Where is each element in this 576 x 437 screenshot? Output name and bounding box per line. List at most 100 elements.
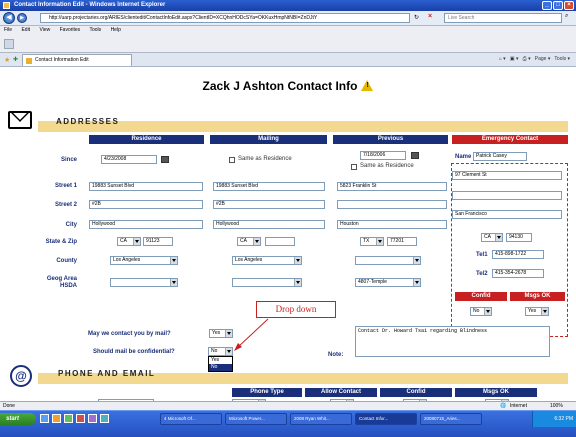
emergency-name-input[interactable]: Patrick Casey xyxy=(473,152,527,161)
residence-since-input[interactable]: 4/23/2008 xyxy=(101,155,157,164)
residence-county-select[interactable]: Los Angeles xyxy=(110,256,178,265)
emergency-tel1-label: Tel1 xyxy=(476,252,488,258)
close-button[interactable]: × xyxy=(564,1,574,10)
dropdown-option-yes[interactable]: Yes xyxy=(209,357,232,364)
favorites-star-icon[interactable]: ★ xyxy=(4,56,10,64)
menu-file[interactable]: File xyxy=(4,27,12,33)
url-input[interactable]: http://uarp.projectaries.org/ARIES/clien… xyxy=(40,13,410,23)
label-state-zip: State & Zip xyxy=(45,239,77,245)
chevron-down-icon xyxy=(376,238,383,245)
col-mailing: Mailing xyxy=(210,135,327,144)
residence-zip-input[interactable]: 91123 xyxy=(143,237,173,246)
taskbar-item-aries[interactable]: 20080715_Aries... xyxy=(420,413,482,425)
emergency-city-input[interactable]: San Francisco xyxy=(452,210,562,219)
dropdown-option-no[interactable]: No xyxy=(209,364,232,371)
status-zoom[interactable]: 100% xyxy=(550,402,563,410)
previous-street2-input[interactable] xyxy=(337,200,447,209)
mailing-geog-select[interactable] xyxy=(232,278,302,287)
mailing-city-input[interactable]: Hollywood xyxy=(213,220,325,229)
residence-street1-input[interactable]: 19883 Sunset Blvd xyxy=(89,182,203,191)
previous-state-value: TX xyxy=(363,238,370,244)
maximize-button[interactable]: □ xyxy=(553,1,563,10)
quick-launch-icon[interactable] xyxy=(52,414,61,423)
emergency-tel2-input[interactable]: 415-354-2678 xyxy=(492,269,544,278)
emergency-tel1-input[interactable]: 415-898-1722 xyxy=(492,250,544,259)
previous-geog-select[interactable]: 4807-Temple xyxy=(355,278,421,287)
envelope-icon xyxy=(8,111,32,129)
feeds-icon[interactable]: ▣ xyxy=(510,56,515,62)
emergency-street1-input[interactable]: 97 Clement St xyxy=(452,171,562,180)
previous-state-select[interactable]: TX xyxy=(360,237,384,246)
previous-since-input[interactable]: 7/18/2006 xyxy=(360,151,406,160)
mailing-same-checkbox[interactable] xyxy=(229,157,235,163)
mailing-state-select[interactable]: CA xyxy=(237,237,261,246)
menu-help[interactable]: Help xyxy=(111,27,121,33)
start-button[interactable]: start xyxy=(0,413,36,425)
minimize-button[interactable]: _ xyxy=(542,1,552,10)
mailing-county-select[interactable]: Los Angeles xyxy=(232,256,302,265)
taskbar-item-office[interactable]: 4 Microsoft Of... xyxy=(160,413,222,425)
residence-city-input[interactable]: Hollywood xyxy=(89,220,203,229)
emergency-confid-select[interactable]: No xyxy=(470,307,492,316)
previous-zip-input[interactable]: 77201 xyxy=(387,237,417,246)
page-menu[interactable]: Page ▾ xyxy=(535,56,551,62)
emergency-name-label: Name xyxy=(455,154,472,160)
quick-launch-icon[interactable] xyxy=(76,414,85,423)
at-sign-icon: @ xyxy=(10,365,32,387)
stop-icon[interactable]: × xyxy=(428,13,432,20)
search-input[interactable]: Live Search xyxy=(444,13,562,23)
toolbar-icon[interactable] xyxy=(4,39,14,49)
tools-menu[interactable]: Tools ▾ xyxy=(554,56,570,62)
search-icon[interactable]: ⌕ xyxy=(565,13,568,20)
chevron-down-icon xyxy=(495,234,502,241)
clock[interactable]: 6:32 PM xyxy=(554,416,573,422)
note-textarea[interactable]: Contact Dr. Howard Tsai regarding Blindn… xyxy=(355,326,550,357)
menu-favorites[interactable]: Favorites xyxy=(60,27,81,33)
page-title-text: Zack J Ashton Contact Info xyxy=(202,79,358,93)
quick-launch-icon[interactable] xyxy=(64,414,73,423)
col-phone-type: Phone Type xyxy=(232,388,302,397)
previous-same-checkbox[interactable] xyxy=(351,164,357,170)
menu-view[interactable]: View xyxy=(39,27,50,33)
add-favorite-icon[interactable]: ✚ xyxy=(13,56,18,63)
quick-launch-icon[interactable] xyxy=(100,414,109,423)
chevron-down-icon xyxy=(133,238,140,245)
home-icon[interactable]: ⌂ xyxy=(499,56,502,62)
taskbar-item-document[interactable]: 2008 Ryan Whit... xyxy=(290,413,352,425)
forward-button[interactable]: ▶ xyxy=(17,13,27,23)
quick-launch-icon[interactable] xyxy=(88,414,97,423)
residence-street2-input[interactable]: #2B xyxy=(89,200,203,209)
mailing-zip-input[interactable] xyxy=(265,237,295,246)
taskbar-item-contact-info[interactable]: Contact Infor... xyxy=(355,413,417,425)
chevron-down-icon xyxy=(294,257,301,264)
back-button[interactable]: ◀ xyxy=(3,12,15,24)
previous-county-select[interactable] xyxy=(355,256,421,265)
emergency-zip-input[interactable]: 94130 xyxy=(506,233,532,242)
menu-tools[interactable]: Tools xyxy=(89,27,101,33)
tab-contact-info[interactable]: Contact Information Edit xyxy=(22,54,132,66)
status-zone: Internet xyxy=(510,403,527,409)
previous-calendar-icon[interactable] xyxy=(411,152,419,159)
start-label: start xyxy=(6,416,20,422)
mail-confidential-select[interactable]: No xyxy=(208,347,233,356)
quick-launch-icon[interactable] xyxy=(40,414,49,423)
refresh-icon[interactable]: ↻ xyxy=(414,14,419,21)
mail-confidential-label: Should mail be confidential? xyxy=(93,349,175,355)
emergency-street2-input[interactable] xyxy=(452,191,562,200)
residence-calendar-icon[interactable] xyxy=(161,156,169,163)
taskbar-item-powerpoint[interactable]: Microsoft Power... xyxy=(225,413,287,425)
mailing-street1-input[interactable]: 19883 Sunset Blvd xyxy=(213,182,325,191)
print-icon[interactable]: ⎙ xyxy=(523,56,527,62)
menu-edit[interactable]: Edit xyxy=(21,27,30,33)
previous-city-input[interactable]: Houston xyxy=(337,220,447,229)
mailing-same-label: Same as Residence xyxy=(238,156,292,162)
residence-state-select[interactable]: CA xyxy=(117,237,141,246)
mailing-street2-input[interactable]: #2B xyxy=(213,200,325,209)
emergency-msgs-select[interactable]: Yes xyxy=(525,307,549,316)
emergency-state-select[interactable]: CA xyxy=(481,233,503,242)
contact-by-mail-select[interactable]: Yes xyxy=(209,329,233,338)
col-phone-msgs: Msgs OK xyxy=(455,388,537,397)
residence-geog-select[interactable] xyxy=(110,278,178,287)
previous-street1-input[interactable]: 5823 Franklin St xyxy=(337,182,447,191)
label-street2: Street 2 xyxy=(54,202,77,208)
